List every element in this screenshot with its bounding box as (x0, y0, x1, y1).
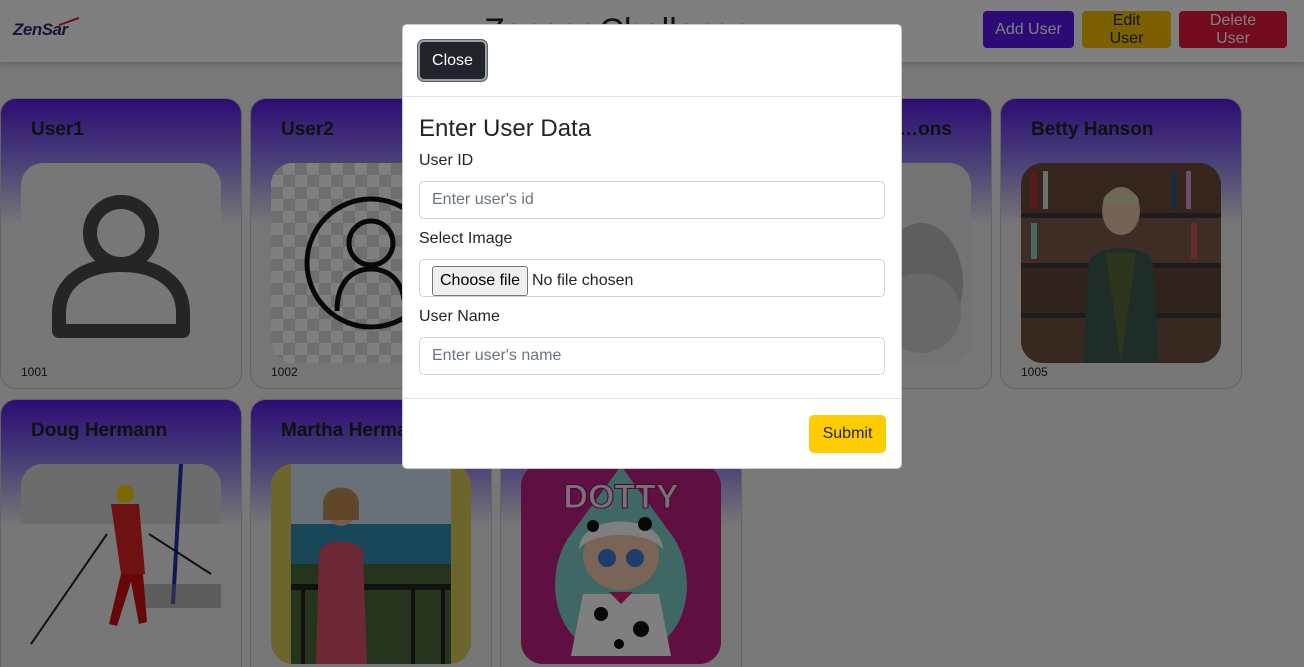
user-id-label: User ID (419, 152, 474, 169)
user-name-input[interactable] (419, 337, 885, 375)
user-id-input[interactable] (419, 181, 885, 219)
modal-title: Enter User Data (419, 115, 592, 142)
user-name-label: User Name (419, 308, 500, 325)
modal-footer: Submit (403, 398, 901, 468)
submit-button[interactable]: Submit (809, 415, 886, 453)
user-data-modal: Close Enter User Data User ID Select Ima… (402, 24, 902, 469)
choose-file-button[interactable]: Choose file (432, 266, 529, 296)
close-button[interactable]: Close (418, 40, 487, 81)
file-status-text: No file chosen (532, 272, 634, 289)
modal-header: Close (403, 25, 901, 97)
image-file-input[interactable]: Choose file No file chosen (419, 259, 885, 297)
select-image-label: Select Image (419, 230, 513, 247)
modal-body: Enter User Data User ID Select Image Cho… (403, 97, 901, 399)
